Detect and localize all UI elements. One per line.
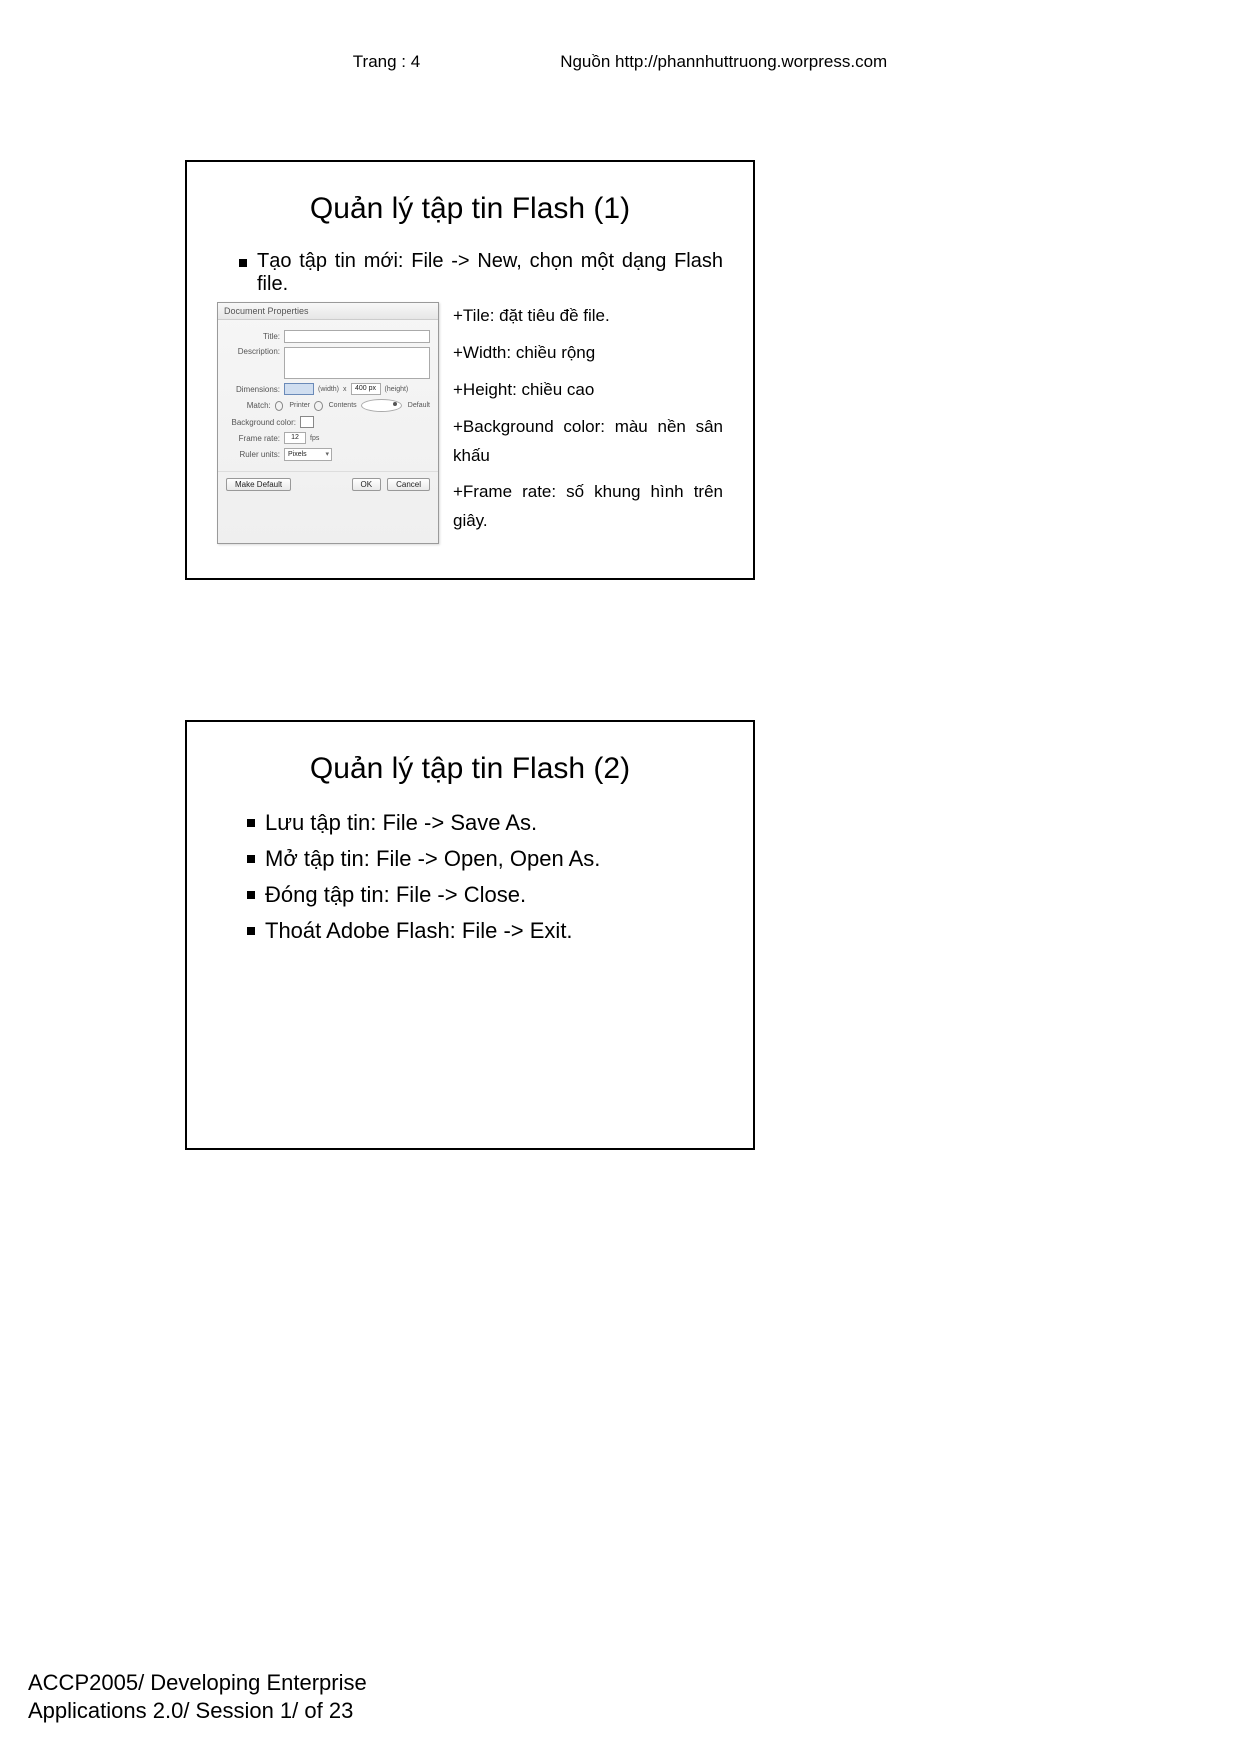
source-label: Nguồn http://phannhuttruong.worpress.com [560,52,887,72]
explain-height: +Height: chiều cao [453,376,723,405]
slide-1: Quản lý tập tin Flash (1) Tạo tập tin mớ… [185,160,755,580]
title-input[interactable] [284,330,430,343]
label-dimensions: Dimensions: [226,385,280,394]
page-footer: ACCP2005/ Developing Enterprise Applicat… [28,1669,367,1726]
slide2-bullet-3: Đóng tập tin: File -> Close. [247,882,723,908]
bullet-icon [247,927,255,935]
radio-printer[interactable] [275,401,284,411]
slide1-explanations: +Tile: đặt tiêu đề file. +Width: chiều r… [453,302,723,544]
explain-tile: +Tile: đặt tiêu đề file. [453,302,723,331]
page-number: Trang : 4 [353,52,420,72]
label-bgcolor: Background color: [226,418,296,427]
label-match: Match: [226,401,271,410]
bullet-icon [239,259,247,267]
document-properties-dialog: Document Properties Title: Description: … [217,302,439,544]
footer-line-2: Applications 2.0/ Session 1/ of 23 [28,1697,367,1726]
radio-default[interactable] [361,399,402,412]
height-input[interactable]: 400 px [351,383,381,395]
bullet-icon [247,855,255,863]
radio-default-label: Default [408,402,430,409]
label-ruler: Ruler units: [226,450,280,459]
page-header: Trang : 4 Nguồn http://phannhuttruong.wo… [0,52,1240,72]
label-title: Title: [226,332,280,341]
slide2-title: Quản lý tập tin Flash (2) [217,752,723,786]
bullet-text: Tạo tập tin mới: File -> New, chọn một d… [257,250,723,296]
slide-2: Quản lý tập tin Flash (2) Lưu tập tin: F… [185,720,755,1150]
fps-label: fps [310,435,319,442]
explain-fr: +Frame rate: số khung hình trên giây. [453,478,723,536]
ok-button[interactable]: OK [352,478,382,491]
explain-width: +Width: chiều rộng [453,339,723,368]
bullet-text: Đóng tập tin: File -> Close. [265,882,723,908]
description-textarea[interactable] [284,347,430,379]
width-input[interactable] [284,383,314,395]
bullet-icon [247,891,255,899]
height-hint: (height) [385,386,409,393]
label-framerate: Frame rate: [226,434,280,443]
width-hint: (width) [318,386,339,393]
slide1-bullet-1: Tạo tập tin mới: File -> New, chọn một d… [239,250,723,296]
dialog-title: Document Properties [218,303,438,320]
slide2-bullet-1: Lưu tập tin: File -> Save As. [247,810,723,836]
label-description: Description: [226,347,280,356]
radio-contents-label: Contents [329,402,357,409]
make-default-button[interactable]: Make Default [226,478,291,491]
bgcolor-swatch[interactable] [300,416,314,428]
slide2-bullet-4: Thoát Adobe Flash: File -> Exit. [247,918,723,944]
radio-contents[interactable] [314,401,323,411]
framerate-input[interactable]: 12 [284,432,306,444]
bullet-text: Mở tập tin: File -> Open, Open As. [265,846,723,872]
footer-line-1: ACCP2005/ Developing Enterprise [28,1669,367,1698]
dim-x: x [343,386,347,393]
bullet-text: Thoát Adobe Flash: File -> Exit. [265,918,723,944]
ruler-select[interactable]: Pixels [284,448,332,461]
slide2-bullet-2: Mở tập tin: File -> Open, Open As. [247,846,723,872]
slide1-title: Quản lý tập tin Flash (1) [217,192,723,226]
explain-bg: +Background color: màu nền sân khấu [453,413,723,471]
cancel-button[interactable]: Cancel [387,478,430,491]
bullet-text: Lưu tập tin: File -> Save As. [265,810,723,836]
radio-printer-label: Printer [289,402,310,409]
bullet-icon [247,819,255,827]
